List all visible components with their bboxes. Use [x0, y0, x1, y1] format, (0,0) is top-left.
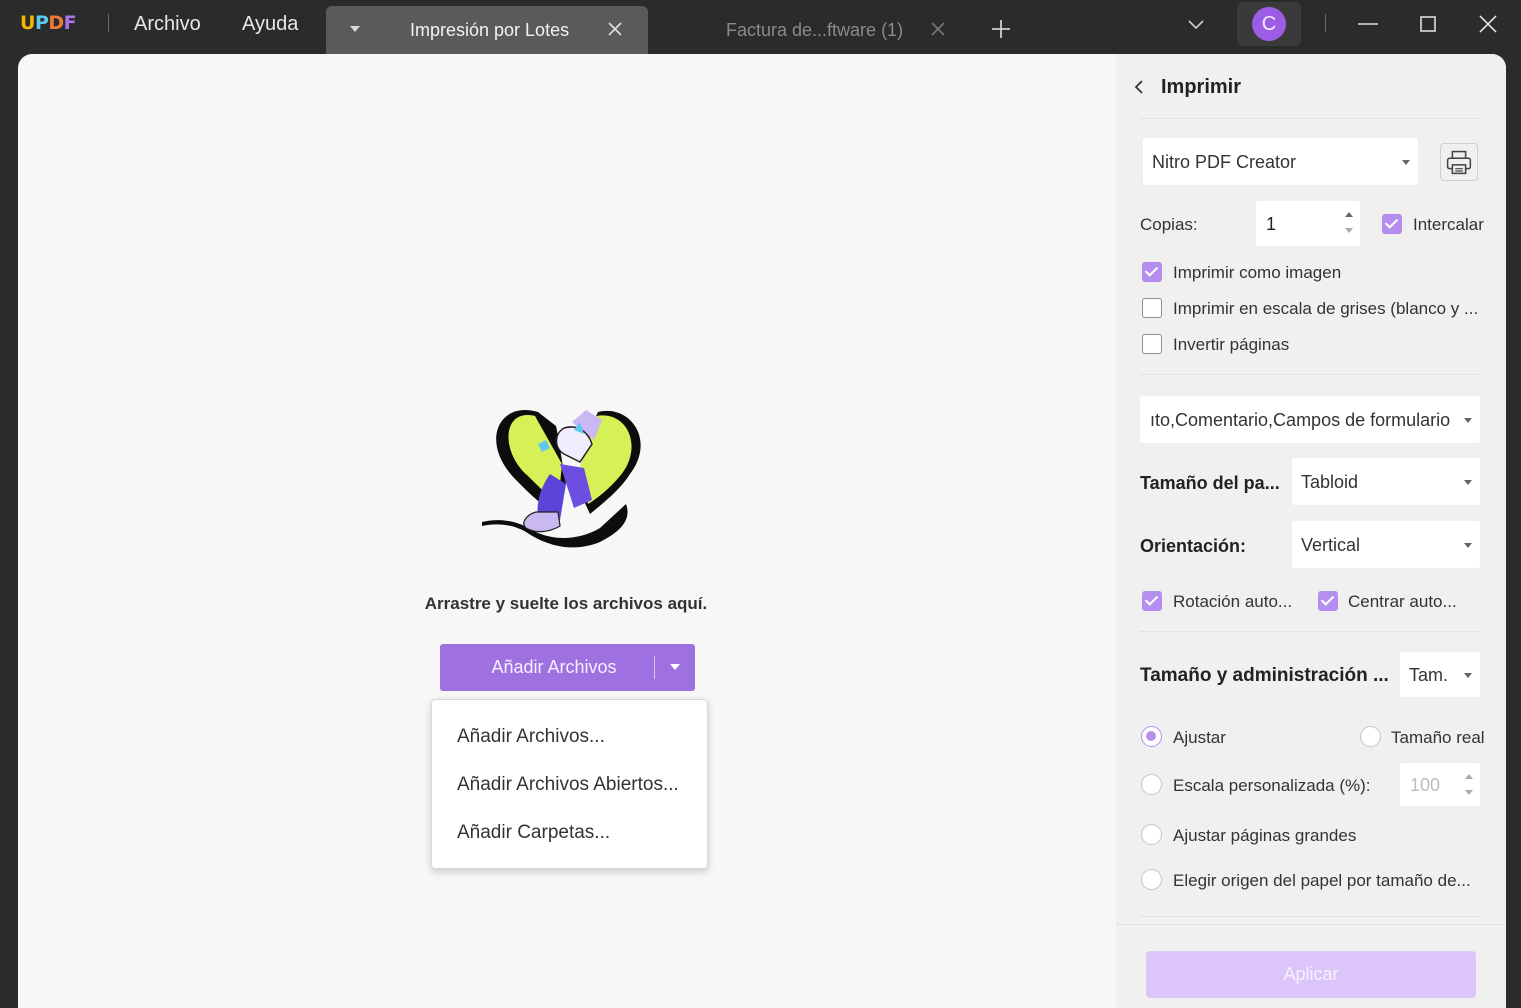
menu-help[interactable]: Ayuda	[242, 13, 298, 36]
paper-source-label: Elegir origen del papel por tamaño de...	[1173, 871, 1471, 890]
grayscale-label: Imprimir en escala de grises (blanco y .…	[1173, 299, 1479, 318]
paper-source-radio[interactable]	[1141, 869, 1162, 890]
copies-value: 1	[1266, 214, 1277, 234]
tab-batch-print[interactable]: Impresión por Lotes	[326, 6, 648, 54]
close-tab-icon[interactable]	[604, 18, 626, 40]
divider	[1140, 374, 1480, 375]
panel-title: Imprimir	[1161, 76, 1242, 98]
menu-file[interactable]: Archivo	[134, 13, 201, 36]
main-window: Arrastre y suelte los archivos aquí. Aña…	[18, 54, 1506, 1008]
close-tab-icon[interactable]	[927, 18, 949, 40]
add-files-button[interactable]: Añadir Archivos	[440, 644, 695, 691]
custom-scale-radio[interactable]	[1141, 774, 1162, 795]
back-arrow-icon[interactable]	[1132, 78, 1146, 96]
title-separator	[108, 14, 109, 32]
caret-down-icon	[1464, 480, 1472, 485]
actual-size-radio[interactable]	[1360, 726, 1381, 747]
increment-icon[interactable]	[1465, 774, 1473, 779]
print-as-image-checkbox[interactable]	[1142, 262, 1162, 282]
add-files-dropdown-icon[interactable]	[670, 664, 680, 670]
tab-label: Impresión por Lotes	[410, 20, 570, 40]
printer-properties-button[interactable]	[1440, 143, 1478, 181]
fit-radio[interactable]	[1141, 726, 1162, 747]
tab-invoice[interactable]: Factura de...ftware (1)	[650, 6, 962, 54]
drop-instructions: Arrastre y suelte los archivos aquí.	[424, 594, 708, 613]
drop-zone[interactable]: Arrastre y suelte los archivos aquí. Aña…	[18, 54, 1116, 1008]
size-management-value: Tam.	[1409, 665, 1449, 685]
divider	[1140, 118, 1480, 119]
chevron-down-icon[interactable]	[1184, 12, 1208, 36]
actual-size-label: Tamaño real	[1391, 728, 1485, 747]
caret-down-icon	[1464, 418, 1472, 423]
content-select[interactable]: ıto,Comentario,Campos de formulario	[1140, 396, 1480, 443]
tab-dropdown-icon[interactable]	[350, 26, 360, 32]
title-bar: UPDF Archivo Ayuda Impresión por Lotes F…	[0, 0, 1521, 54]
copies-label: Copias:	[1140, 215, 1198, 234]
user-avatar-button[interactable]: C	[1237, 2, 1301, 46]
custom-scale-stepper[interactable]: 100	[1400, 763, 1480, 806]
drag-drop-illustration	[482, 409, 641, 548]
close-window-icon[interactable]	[1476, 12, 1500, 36]
orientation-label: Orientación:	[1140, 536, 1247, 556]
paper-size-select[interactable]: Tabloid	[1292, 458, 1480, 505]
printer-icon	[1446, 150, 1472, 175]
collate-label: Intercalar	[1413, 215, 1484, 234]
shrink-pages-radio[interactable]	[1141, 824, 1162, 845]
fit-label: Ajustar	[1173, 728, 1226, 747]
reverse-pages-label: Invertir páginas	[1173, 335, 1290, 354]
custom-scale-value: 100	[1410, 775, 1441, 795]
auto-center-checkbox[interactable]	[1318, 591, 1338, 611]
apply-button[interactable]: Aplicar	[1146, 951, 1476, 998]
content-value: ıto,Comentario,Campos de formulario	[1150, 410, 1451, 430]
add-files-label: Añadir Archivos	[491, 657, 617, 677]
decrement-icon[interactable]	[1465, 790, 1473, 795]
divider	[1140, 631, 1480, 632]
orientation-select[interactable]: Vertical	[1292, 521, 1480, 568]
menu-item-add-open-files[interactable]: Añadir Archivos Abiertos...	[457, 774, 679, 796]
button-divider	[654, 656, 655, 679]
auto-rotate-checkbox[interactable]	[1142, 591, 1162, 611]
maximize-icon[interactable]	[1416, 12, 1440, 36]
print-as-image-label: Imprimir como imagen	[1173, 263, 1342, 282]
printer-value: Nitro PDF Creator	[1152, 152, 1297, 172]
tab-label: Factura de...ftware (1)	[726, 20, 904, 40]
size-management-select[interactable]: Tam.	[1400, 652, 1480, 697]
decrement-icon[interactable]	[1345, 228, 1353, 233]
auto-center-label: Centrar auto...	[1348, 592, 1457, 611]
custom-scale-label: Escala personalizada (%):	[1173, 776, 1371, 795]
printer-select[interactable]: Nitro PDF Creator	[1143, 138, 1418, 185]
title-separator	[1325, 14, 1326, 32]
paper-size-label: Tamaño del pa...	[1140, 473, 1280, 493]
auto-rotate-label: Rotación auto...	[1173, 592, 1293, 611]
print-panel: Imprimir Nitro PDF Creator Copias: 1 Int…	[1116, 54, 1506, 1008]
grayscale-checkbox[interactable]	[1142, 298, 1162, 318]
add-files-menu: Añadir Archivos... Añadir Archivos Abier…	[431, 699, 708, 869]
caret-down-icon	[1464, 543, 1472, 548]
collate-checkbox[interactable]	[1382, 214, 1402, 234]
add-tab-icon[interactable]	[990, 18, 1012, 40]
paper-size-value: Tabloid	[1301, 472, 1359, 492]
size-management-label: Tamaño y administración ...	[1140, 665, 1389, 686]
menu-item-add-files[interactable]: Añadir Archivos...	[457, 726, 605, 748]
avatar: C	[1252, 7, 1286, 41]
copies-stepper[interactable]: 1	[1256, 201, 1360, 246]
increment-icon[interactable]	[1345, 212, 1353, 217]
reverse-pages-checkbox[interactable]	[1142, 334, 1162, 354]
panel-footer: Aplicar	[1116, 924, 1506, 1008]
minimize-icon[interactable]	[1356, 12, 1380, 36]
orientation-value: Vertical	[1301, 535, 1361, 555]
updf-logo: UPDF	[20, 12, 77, 34]
shrink-pages-label: Ajustar páginas grandes	[1173, 826, 1357, 845]
caret-down-icon	[1464, 673, 1472, 678]
caret-down-icon	[1402, 160, 1410, 165]
divider	[1140, 916, 1480, 917]
menu-item-add-folders[interactable]: Añadir Carpetas...	[457, 822, 610, 844]
